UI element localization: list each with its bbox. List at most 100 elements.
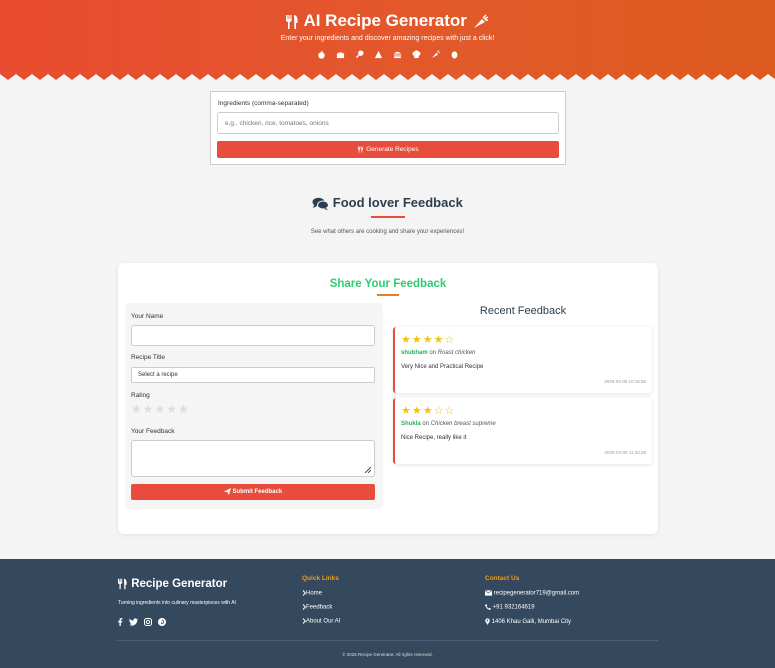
share-title-underline: [377, 294, 399, 296]
paper-plane-icon: [223, 488, 231, 496]
drumstick-icon: [354, 50, 364, 61]
star-filled-icon: ★: [401, 334, 412, 346]
quick-links-heading: Quick Links: [302, 575, 339, 582]
feedback-rating-stars: ★★★☆☆: [401, 404, 455, 417]
star-empty-icon: ☆: [444, 334, 456, 346]
submit-feedback-label: Submit Feedback: [232, 489, 283, 496]
cake-icon: [335, 50, 345, 61]
comments-icon: [312, 197, 330, 211]
envelope-icon: [485, 590, 492, 596]
footer-brand-name: Recipe Generator: [131, 578, 228, 591]
instagram-icon[interactable]: [144, 618, 152, 626]
share-feedback-title: Share Your Feedback: [329, 278, 447, 290]
utensils-icon: [358, 146, 364, 153]
feedback-user: shubham: [401, 350, 428, 356]
footer-link-label: Home: [306, 590, 323, 597]
contact-address-text: 1406 Khau Galli, Mumbai City: [491, 619, 572, 626]
pinterest-icon[interactable]: [158, 618, 166, 626]
star-icon[interactable]: ★: [178, 402, 190, 416]
recipe-title-label: Recipe Title: [131, 354, 165, 361]
star-icon[interactable]: ★: [166, 402, 178, 416]
carrot-icon: [430, 50, 440, 61]
contact-phone[interactable]: +91 932164619: [485, 604, 579, 618]
site-header: AI Recipe Generator Enter your ingredien…: [0, 0, 775, 84]
contact-heading: Contact Us: [485, 575, 520, 582]
footer-link-label: Feedback: [306, 604, 333, 611]
contact-email[interactable]: recipegenerator719@gmail.com: [485, 590, 579, 604]
footer-brand: Recipe Generator: [117, 578, 227, 590]
feedback-user: Shukla: [401, 421, 421, 427]
feedback-recipe: Chicken breast supreme: [430, 421, 496, 427]
contact-email-text: recipegenerator719@gmail.com: [493, 590, 580, 597]
header-zigzag-edge: [0, 74, 775, 84]
facebook-icon[interactable]: [117, 618, 123, 626]
quick-links-list: Home Feedback About Our AI: [302, 590, 340, 632]
feedback-item: ★★★★☆ shubham on Roast chicken Very Nice…: [393, 327, 652, 393]
food-icons-row: [0, 50, 775, 61]
star-filled-icon: ★: [422, 405, 434, 417]
site-footer: Recipe Generator Turning ingredients int…: [0, 559, 775, 668]
star-filled-icon: ★: [411, 334, 423, 346]
footer-divider: [117, 640, 658, 641]
star-filled-icon: ★: [411, 405, 423, 417]
pizza-icon: [373, 50, 383, 61]
resize-handle-icon[interactable]: [364, 466, 371, 473]
star-icon[interactable]: ★: [155, 402, 167, 416]
feedback-section-title-text: Food lover Feedback: [332, 195, 463, 210]
twitter-icon[interactable]: [129, 618, 138, 626]
star-filled-icon: ★: [433, 334, 445, 346]
feedback-message: Nice Recipe, really like it: [401, 435, 467, 441]
star-empty-icon: ☆: [444, 405, 456, 417]
ingredients-form: Ingredients (comma-separated) Generate R…: [210, 91, 566, 165]
name-input[interactable]: [131, 325, 375, 346]
feedback-item: ★★★☆☆ Shukla on Chicken breast supreme N…: [393, 398, 652, 464]
recipe-select[interactable]: Select a recipe: [131, 367, 375, 383]
social-links: [117, 618, 166, 626]
footer-link-home[interactable]: Home: [302, 590, 340, 604]
generate-recipes-button[interactable]: Generate Recipes: [217, 141, 559, 158]
feedback-on: on: [422, 421, 430, 427]
carrot-icon: [473, 14, 488, 28]
footer-link-about-ai[interactable]: About Our AI: [302, 618, 340, 632]
contact-list: recipegenerator719@gmail.com +91 9321646…: [485, 590, 579, 632]
feedback-message: Very Nice and Practical Recipe: [401, 364, 484, 370]
footer-copyright: © 2025 Recipe Generator. All rights rese…: [342, 652, 433, 657]
map-marker-icon: [485, 618, 490, 625]
star-icon[interactable]: ★: [143, 402, 155, 416]
title-underline: [371, 216, 405, 218]
app-title: AI Recipe Generator: [303, 11, 467, 30]
submit-feedback-button[interactable]: Submit Feedback: [131, 484, 375, 500]
feedback-author-line: shubham on Roast chicken: [401, 350, 475, 356]
recent-feedback-title: Recent Feedback: [479, 305, 567, 317]
star-icon[interactable]: ★: [131, 402, 143, 416]
name-label: Your Name: [131, 313, 164, 320]
feedback-section-subtitle: See what others are cooking and share yo…: [310, 229, 465, 235]
apple-icon: [316, 50, 326, 61]
ingredients-label: Ingredients (comma-separated): [218, 100, 309, 107]
feedback-textarea[interactable]: [131, 440, 375, 477]
ingredients-input[interactable]: [217, 112, 559, 134]
feedback-author-line: Shukla on Chicken breast supreme: [401, 421, 496, 427]
star-filled-icon: ★: [422, 334, 434, 346]
contact-phone-text: +91 932164619: [492, 604, 535, 611]
feedback-timestamp: 2025-04-06 10:15:55: [604, 379, 646, 384]
feedback-rating-stars: ★★★★☆: [401, 333, 455, 346]
chef-hat-icon: [411, 50, 421, 61]
feedback-form: Your Name Recipe Title Select a recipe R…: [125, 303, 383, 509]
feedback-on: on: [429, 350, 437, 356]
utensils-icon: [118, 578, 127, 590]
star-empty-icon: ☆: [433, 405, 445, 417]
egg-icon: [449, 50, 459, 61]
utensils-icon: [286, 14, 298, 29]
footer-tagline: Turning ingredients into culinary master…: [118, 600, 236, 606]
burger-icon: [392, 50, 402, 61]
star-filled-icon: ★: [401, 405, 412, 417]
feedback-label: Your Feedback: [131, 428, 175, 435]
header-subtitle: Enter your ingredients and discover amaz…: [280, 35, 495, 42]
rating-stars[interactable]: ★★★★★: [131, 402, 190, 416]
feedback-section-title: Food lover Feedback: [0, 195, 775, 211]
footer-link-feedback[interactable]: Feedback: [302, 604, 340, 618]
rating-label: Rating: [131, 392, 150, 399]
page-title: AI Recipe Generator: [0, 11, 775, 31]
generate-recipes-label: Generate Recipes: [366, 146, 419, 154]
